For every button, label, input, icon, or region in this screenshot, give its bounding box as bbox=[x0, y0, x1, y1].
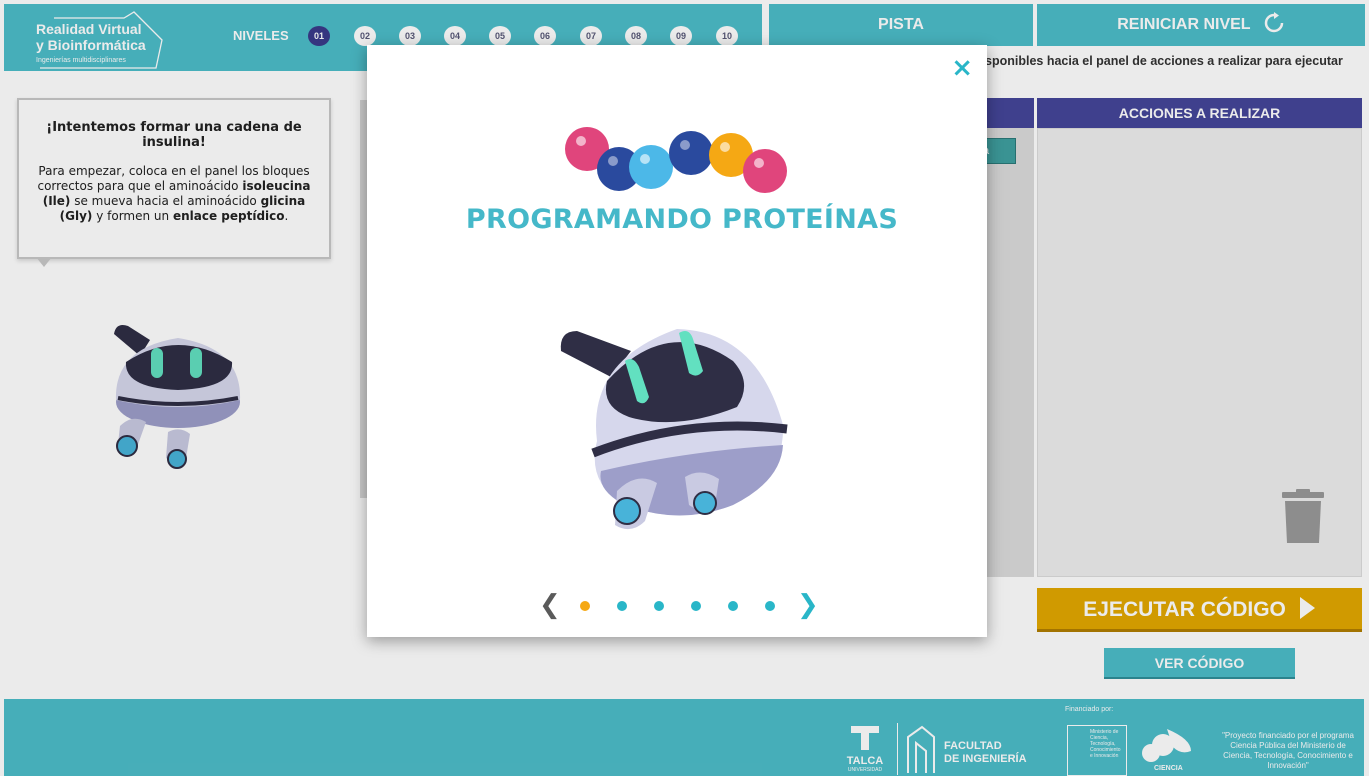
previous-slide-arrow[interactable]: ❮ bbox=[539, 590, 561, 620]
slide-carousel: ❮ ❯ bbox=[367, 590, 987, 620]
slide-dot-4[interactable] bbox=[691, 601, 701, 611]
protein-chain-illustration bbox=[565, 127, 787, 193]
slide-dot-1[interactable] bbox=[580, 601, 590, 611]
slide-dot-5[interactable] bbox=[728, 601, 738, 611]
modal-title: PROGRAMANDO PROTEÍNAS bbox=[465, 204, 899, 235]
slide-dot-6[interactable] bbox=[765, 601, 775, 611]
slide-dot-3[interactable] bbox=[654, 601, 664, 611]
robot-character-large bbox=[560, 329, 788, 530]
next-slide-arrow[interactable]: ❯ bbox=[797, 590, 819, 620]
slide-dot-2[interactable] bbox=[617, 601, 627, 611]
close-icon[interactable]: × bbox=[951, 53, 973, 83]
intro-modal: × PROGRAMANDO PROTEÍNAS ❮ ❯ bbox=[367, 45, 987, 637]
